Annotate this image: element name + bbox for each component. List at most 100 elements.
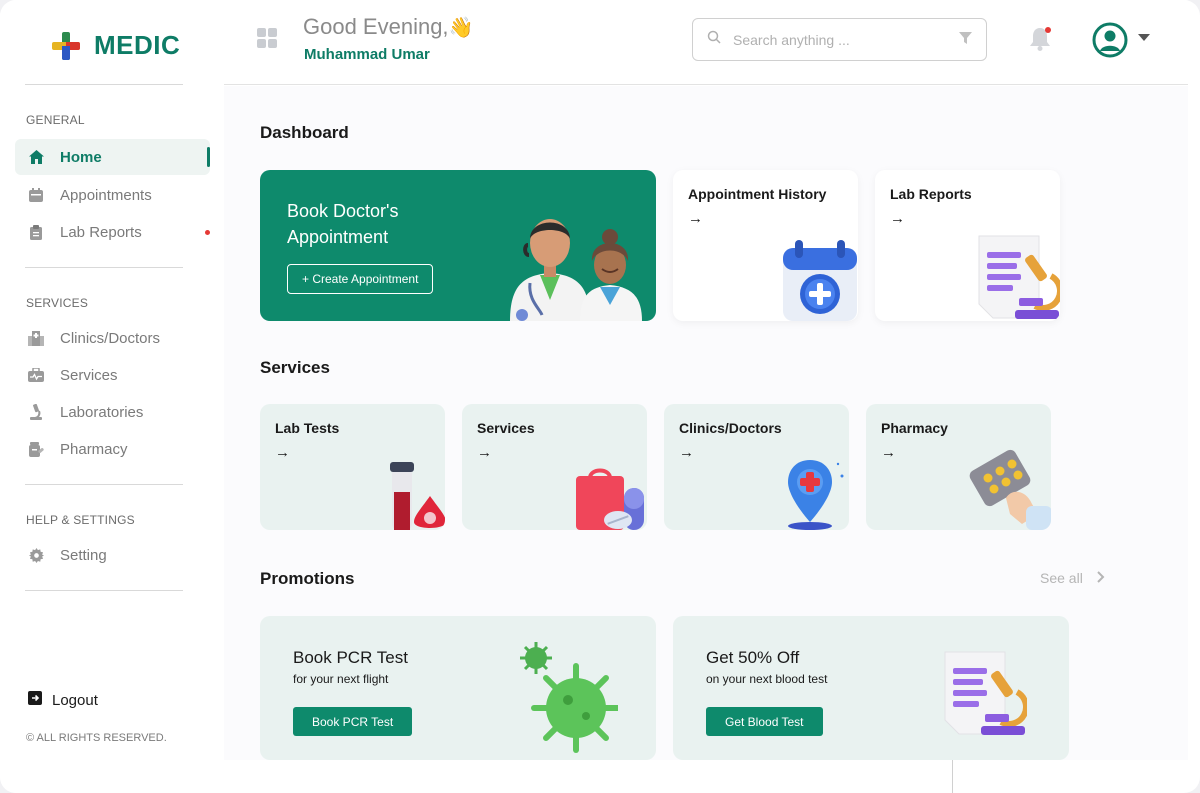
medical-cross-icon (52, 31, 80, 60)
doctors-illustration (510, 219, 642, 321)
blood-test-tube-icon (390, 462, 445, 530)
sidebar-item-label: Services (60, 366, 118, 384)
services-title: Services (260, 358, 330, 377)
sidebar-item-services[interactable]: Services (15, 357, 210, 393)
appointment-history-card[interactable]: Appointment History → (673, 170, 858, 321)
book-appointment-card: Book Doctor's Appointment + Create Appoi… (260, 170, 656, 321)
sidebar-item-home[interactable]: Home (15, 139, 210, 175)
see-all-link[interactable]: See all (1040, 570, 1105, 586)
arrow-right-icon: → (275, 444, 290, 461)
sidebar: MEDIC GENERAL Home Appointments Lab Repo… (0, 0, 224, 793)
notification-dot (1045, 27, 1051, 33)
divider (25, 484, 183, 485)
app-window: MEDIC GENERAL Home Appointments Lab Repo… (0, 0, 1200, 793)
divider (25, 84, 183, 85)
promo-subtitle: for your next flight (293, 672, 389, 686)
location-pin-icon (788, 460, 844, 530)
main-content: Dashboard Book Doctor's Appointment + Cr… (224, 86, 1188, 760)
section-label-help-settings: HELP & SETTINGS (26, 513, 135, 527)
sidebar-item-label: Lab Reports (60, 223, 142, 241)
notification-dot (205, 230, 210, 235)
chevron-down-icon[interactable] (1138, 34, 1150, 41)
hero-title: Book Doctor's Appointment (287, 201, 399, 247)
logout-icon (28, 691, 42, 709)
search-box (692, 18, 987, 61)
sidebar-item-setting[interactable]: Setting (15, 537, 210, 573)
card-title: Pharmacy (881, 420, 948, 436)
top-bar: Good Evening,👋 Muhammad Umar (224, 0, 1188, 85)
get-blood-test-button[interactable]: Get Blood Test (706, 707, 823, 736)
promo-subtitle: on your next blood test (706, 672, 828, 686)
clipboard-icon (28, 224, 44, 240)
search-icon (707, 30, 721, 49)
see-all-label: See all (1040, 570, 1083, 586)
search-input[interactable] (733, 31, 959, 48)
sidebar-item-clinics-doctors[interactable]: Clinics/Doctors (15, 320, 210, 356)
promo-title: Get 50% Off (706, 648, 800, 667)
shopping-bag-pills-icon (576, 468, 644, 530)
sidebar-item-label: Pharmacy (60, 440, 128, 458)
arrow-right-icon: → (890, 210, 905, 227)
microscope-icon (28, 404, 44, 420)
arrow-right-icon: → (881, 444, 896, 461)
service-card-pharmacy[interactable]: Pharmacy → (866, 404, 1051, 530)
sidebar-item-lab-reports[interactable]: Lab Reports (15, 214, 210, 250)
sidebar-item-appointments[interactable]: Appointments (15, 177, 210, 213)
sidebar-item-label: Home (60, 148, 102, 166)
grid-menu-icon[interactable] (257, 28, 277, 48)
app-name: MEDIC (94, 30, 181, 60)
sidebar-item-label: Laboratories (60, 403, 144, 421)
arrow-right-icon: → (688, 210, 703, 227)
user-avatar-icon[interactable] (1092, 22, 1128, 58)
dashboard-title: Dashboard (260, 123, 349, 142)
home-icon (28, 149, 44, 165)
section-label-services: SERVICES (26, 296, 89, 310)
promotions-title: Promotions (260, 569, 355, 588)
sidebar-item-label: Clinics/Doctors (60, 329, 161, 347)
promo-card-pcr: Book PCR Test for your next flight Book … (260, 616, 656, 760)
arrow-right-icon: → (477, 444, 492, 461)
promo-card-blood-test: Get 50% Off on your next blood test Get … (673, 616, 1069, 760)
pill-bottle-icon (28, 441, 44, 457)
lab-reports-card[interactable]: Lab Reports → (875, 170, 1060, 321)
pill-blister-hand-icon (969, 449, 1051, 530)
calendar-icon (28, 187, 44, 203)
card-title: Clinics/Doctors (679, 420, 782, 436)
divider (25, 590, 183, 591)
virus-icon (520, 642, 618, 753)
service-card-clinics-doctors[interactable]: Clinics/Doctors → (664, 404, 849, 530)
medical-bag-icon (28, 367, 44, 383)
hospital-icon (28, 330, 44, 346)
create-appointment-button[interactable]: + Create Appointment (287, 264, 434, 294)
book-pcr-test-button[interactable]: Book PCR Test (293, 707, 413, 736)
card-title: Lab Tests (275, 420, 340, 436)
logout-label: Logout (52, 691, 98, 709)
section-label-general: GENERAL (26, 113, 85, 127)
logo: MEDIC (52, 30, 180, 61)
arrow-right-icon: → (679, 444, 694, 461)
filter-icon[interactable] (959, 31, 972, 49)
copyright: © ALL RIGHTS RESERVED. (26, 732, 167, 744)
lab-report-microscope-icon (978, 235, 1060, 319)
card-title: Services (477, 420, 535, 436)
sidebar-item-pharmacy[interactable]: Pharmacy (15, 431, 210, 467)
logout-button[interactable]: Logout (28, 691, 98, 709)
gear-icon (28, 547, 44, 563)
user-name: Muhammad Umar (304, 46, 430, 63)
service-card-lab-tests[interactable]: Lab Tests → (260, 404, 445, 530)
sidebar-item-laboratories[interactable]: Laboratories (15, 394, 210, 430)
lab-report-microscope-icon (944, 651, 1027, 735)
greeting: Good Evening,👋 (303, 14, 474, 39)
divider (25, 267, 183, 268)
card-title: Appointment History (688, 186, 827, 202)
promo-title: Book PCR Test (293, 648, 408, 667)
card-title: Lab Reports (890, 186, 972, 202)
waving-hand-icon: 👋 (448, 15, 474, 39)
divider (952, 760, 953, 793)
calendar-icon (783, 240, 857, 321)
chevron-right-icon (1097, 570, 1105, 586)
sidebar-item-label: Setting (60, 546, 107, 564)
notification-bell-icon[interactable] (1028, 26, 1052, 52)
sidebar-item-label: Appointments (60, 186, 152, 204)
service-card-services[interactable]: Services → (462, 404, 647, 530)
